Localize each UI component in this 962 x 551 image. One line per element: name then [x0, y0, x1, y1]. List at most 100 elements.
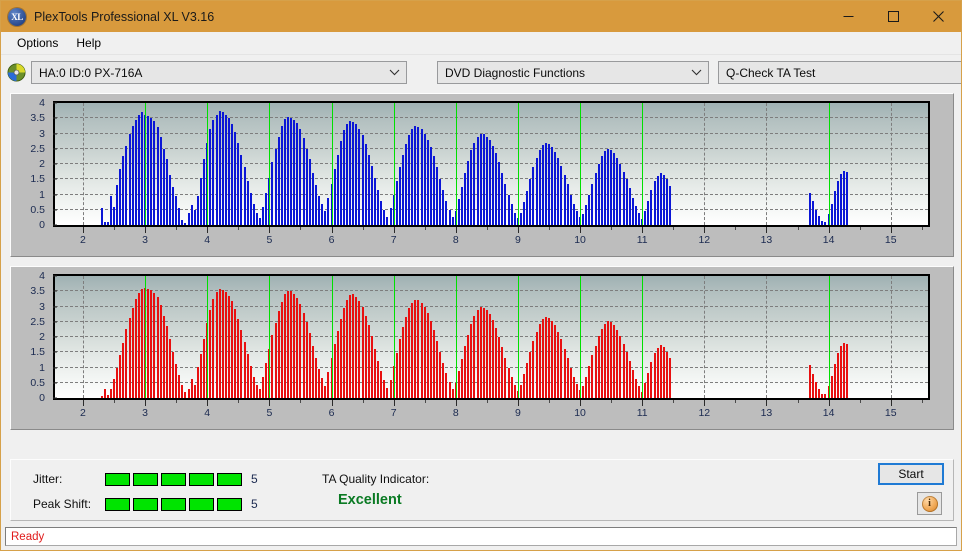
x-axis-tick-label: 7 — [390, 234, 397, 246]
chart-bar — [277, 311, 280, 398]
chart-bar — [433, 330, 436, 398]
chart-bar — [255, 212, 258, 225]
info-button[interactable]: i — [917, 492, 942, 515]
chart-bar — [830, 203, 833, 225]
chart-bar — [395, 352, 398, 398]
chart-bar — [843, 170, 846, 225]
chart-bar — [473, 315, 476, 398]
chart-bar — [488, 140, 491, 225]
chart-bar — [529, 179, 532, 225]
chart-bar — [377, 360, 380, 398]
y-axis-tick-label: 3 — [39, 127, 45, 140]
function-select[interactable]: DVD Diagnostic Functions — [437, 61, 709, 84]
chart-bar — [218, 288, 221, 398]
x-axis-tick — [828, 227, 830, 233]
chart-bar — [405, 317, 408, 398]
x-axis-tick-label: 12 — [698, 234, 711, 246]
x-axis-minor-tick — [735, 400, 737, 403]
chart-bar — [333, 168, 336, 225]
chart-bar — [485, 310, 488, 398]
chart-bar — [504, 357, 507, 398]
x-axis-tick-label: 13 — [760, 234, 773, 246]
x-axis-tick-label: 12 — [698, 407, 711, 419]
maximize-button[interactable] — [871, 1, 916, 32]
minimize-button[interactable] — [826, 1, 871, 32]
drive-select[interactable]: HA:0 ID:0 PX-716A — [31, 61, 407, 84]
meter-segment — [161, 472, 186, 486]
x-axis-tick — [207, 227, 209, 233]
x-axis-tick — [766, 400, 768, 406]
menu-item-options[interactable]: Options — [8, 34, 67, 53]
reference-marker-line — [207, 103, 209, 225]
chart-bar — [290, 291, 293, 398]
x-axis-tick — [331, 400, 333, 406]
chart-bar — [662, 174, 665, 225]
chart-bar — [221, 112, 224, 225]
reference-marker-line — [455, 276, 457, 398]
chart-bar — [271, 162, 274, 225]
chart-bar — [234, 131, 237, 225]
x-axis-tick-label: 15 — [884, 407, 897, 419]
chart-bar — [324, 211, 327, 225]
chart-bar — [541, 319, 544, 398]
chart-bar — [318, 369, 321, 398]
x-axis-tick — [393, 227, 395, 233]
chart-bar — [293, 293, 296, 398]
chart-bar — [137, 292, 140, 398]
chart-bar — [240, 154, 243, 225]
chart-bar — [327, 197, 330, 225]
start-button[interactable]: Start — [878, 463, 944, 485]
x-axis-minor-tick — [238, 400, 240, 403]
chart-bar — [591, 183, 594, 225]
chart-bar — [218, 110, 221, 225]
chart-bar — [339, 318, 342, 398]
chart-bar — [808, 192, 811, 225]
reference-marker-line — [828, 276, 830, 398]
peak-shift-row: Peak Shift: 5 — [33, 497, 258, 511]
reference-marker-line — [207, 276, 209, 398]
chart-bar — [333, 343, 336, 398]
chart-bar — [498, 162, 501, 225]
chart-bar — [594, 345, 597, 398]
x-axis-tick-label: 5 — [266, 407, 273, 419]
x-axis-minor-tick — [114, 400, 116, 403]
chart-bar — [836, 352, 839, 398]
chart-bar — [625, 179, 628, 225]
chart-bar — [607, 321, 609, 398]
chart-bar — [479, 133, 482, 225]
chart-bar — [224, 291, 227, 398]
reference-marker-line — [269, 276, 271, 398]
test-select[interactable]: Q-Check TA Test — [718, 61, 961, 84]
chart-bar — [495, 153, 498, 225]
x-axis-tick-label: 3 — [142, 407, 149, 419]
y-axis-tick-label: 2 — [39, 331, 45, 343]
chart-bar — [563, 348, 566, 398]
y-axis-tick — [53, 102, 57, 104]
pit-chart-x-axis: 2 3 4 5 6 7 8 9 10 11 12 13 14 15 — [53, 227, 930, 255]
chart-bar — [833, 363, 836, 398]
chart-bar — [109, 389, 112, 398]
chart-bar — [575, 384, 578, 398]
chart-bar — [203, 338, 206, 398]
y-axis-tick-label: 0.5 — [30, 203, 45, 216]
x-axis-tick-label: 9 — [514, 234, 521, 246]
x-axis-tick — [269, 227, 271, 233]
x-axis-tick-label: 11 — [636, 407, 648, 419]
chart-bar — [339, 141, 342, 225]
chart-bar — [408, 135, 411, 225]
chart-bar — [414, 299, 417, 398]
x-axis-minor-tick — [797, 400, 799, 403]
chart-bar — [616, 157, 619, 225]
disc-drive-icon — [7, 63, 26, 82]
chart-bar — [644, 211, 647, 225]
land-chart-y-axis: 0 0.5 1 1.5 2 2.5 3 3.5 4 — [11, 270, 49, 404]
chart-bar — [445, 200, 448, 225]
chart-bar — [342, 130, 345, 225]
menu-item-help[interactable]: Help — [67, 34, 110, 53]
ta-quality-value: Excellent — [338, 492, 402, 508]
chart-bar — [336, 154, 339, 225]
close-button[interactable] — [916, 1, 961, 32]
chart-bar — [647, 373, 650, 398]
x-axis-tick — [455, 400, 457, 406]
chart-bar — [311, 345, 314, 398]
